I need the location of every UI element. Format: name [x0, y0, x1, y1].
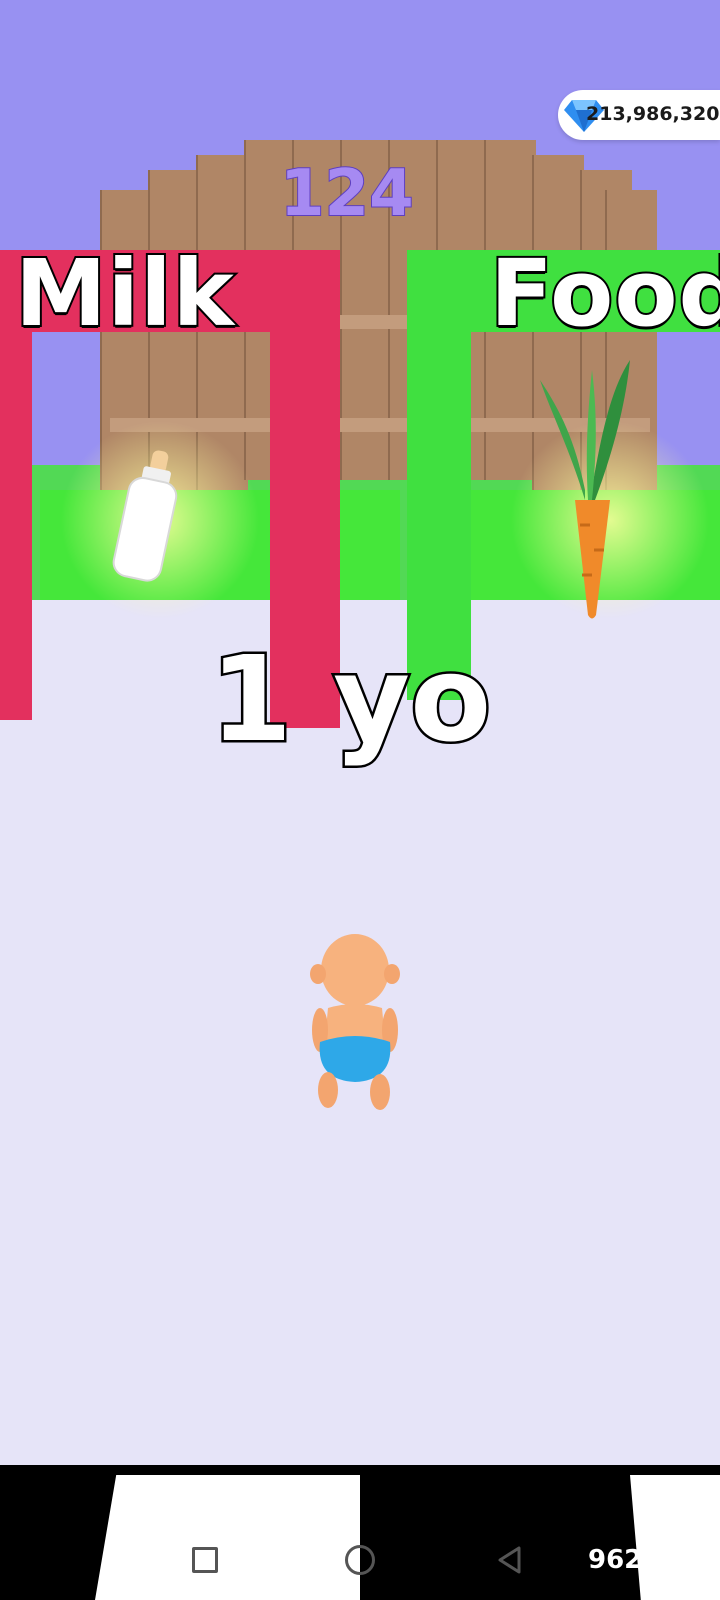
site-watermark: 962.NET 乐游网: [580, 1543, 720, 1600]
recent-apps-button[interactable]: [180, 1535, 230, 1585]
circle-icon: [345, 1545, 375, 1575]
age-label: 1 yo: [207, 630, 493, 768]
milk-bottle-icon: [112, 450, 178, 582]
baby-character: [310, 934, 400, 1110]
watermark-text: 962.NET: [588, 1545, 710, 1575]
square-icon: [192, 1547, 218, 1573]
back-button[interactable]: [485, 1535, 535, 1585]
milk-gate-label: Milk: [13, 240, 236, 347]
home-button[interactable]: [335, 1535, 385, 1585]
game-scene[interactable]: Milk Food 124 213,986,320 1 yo 962.NET 乐…: [0, 0, 720, 1600]
food-gate-label: Food: [488, 240, 720, 347]
watermark-sub: 乐游网: [640, 1580, 682, 1596]
carrot-icon: [540, 360, 630, 619]
gems-counter: 213,986,320: [558, 90, 720, 140]
triangle-back-icon: [498, 1546, 521, 1574]
milk-gate-post-left: [0, 300, 32, 720]
score-counter: 124: [279, 157, 415, 231]
gems-count: 213,986,320: [586, 103, 720, 125]
